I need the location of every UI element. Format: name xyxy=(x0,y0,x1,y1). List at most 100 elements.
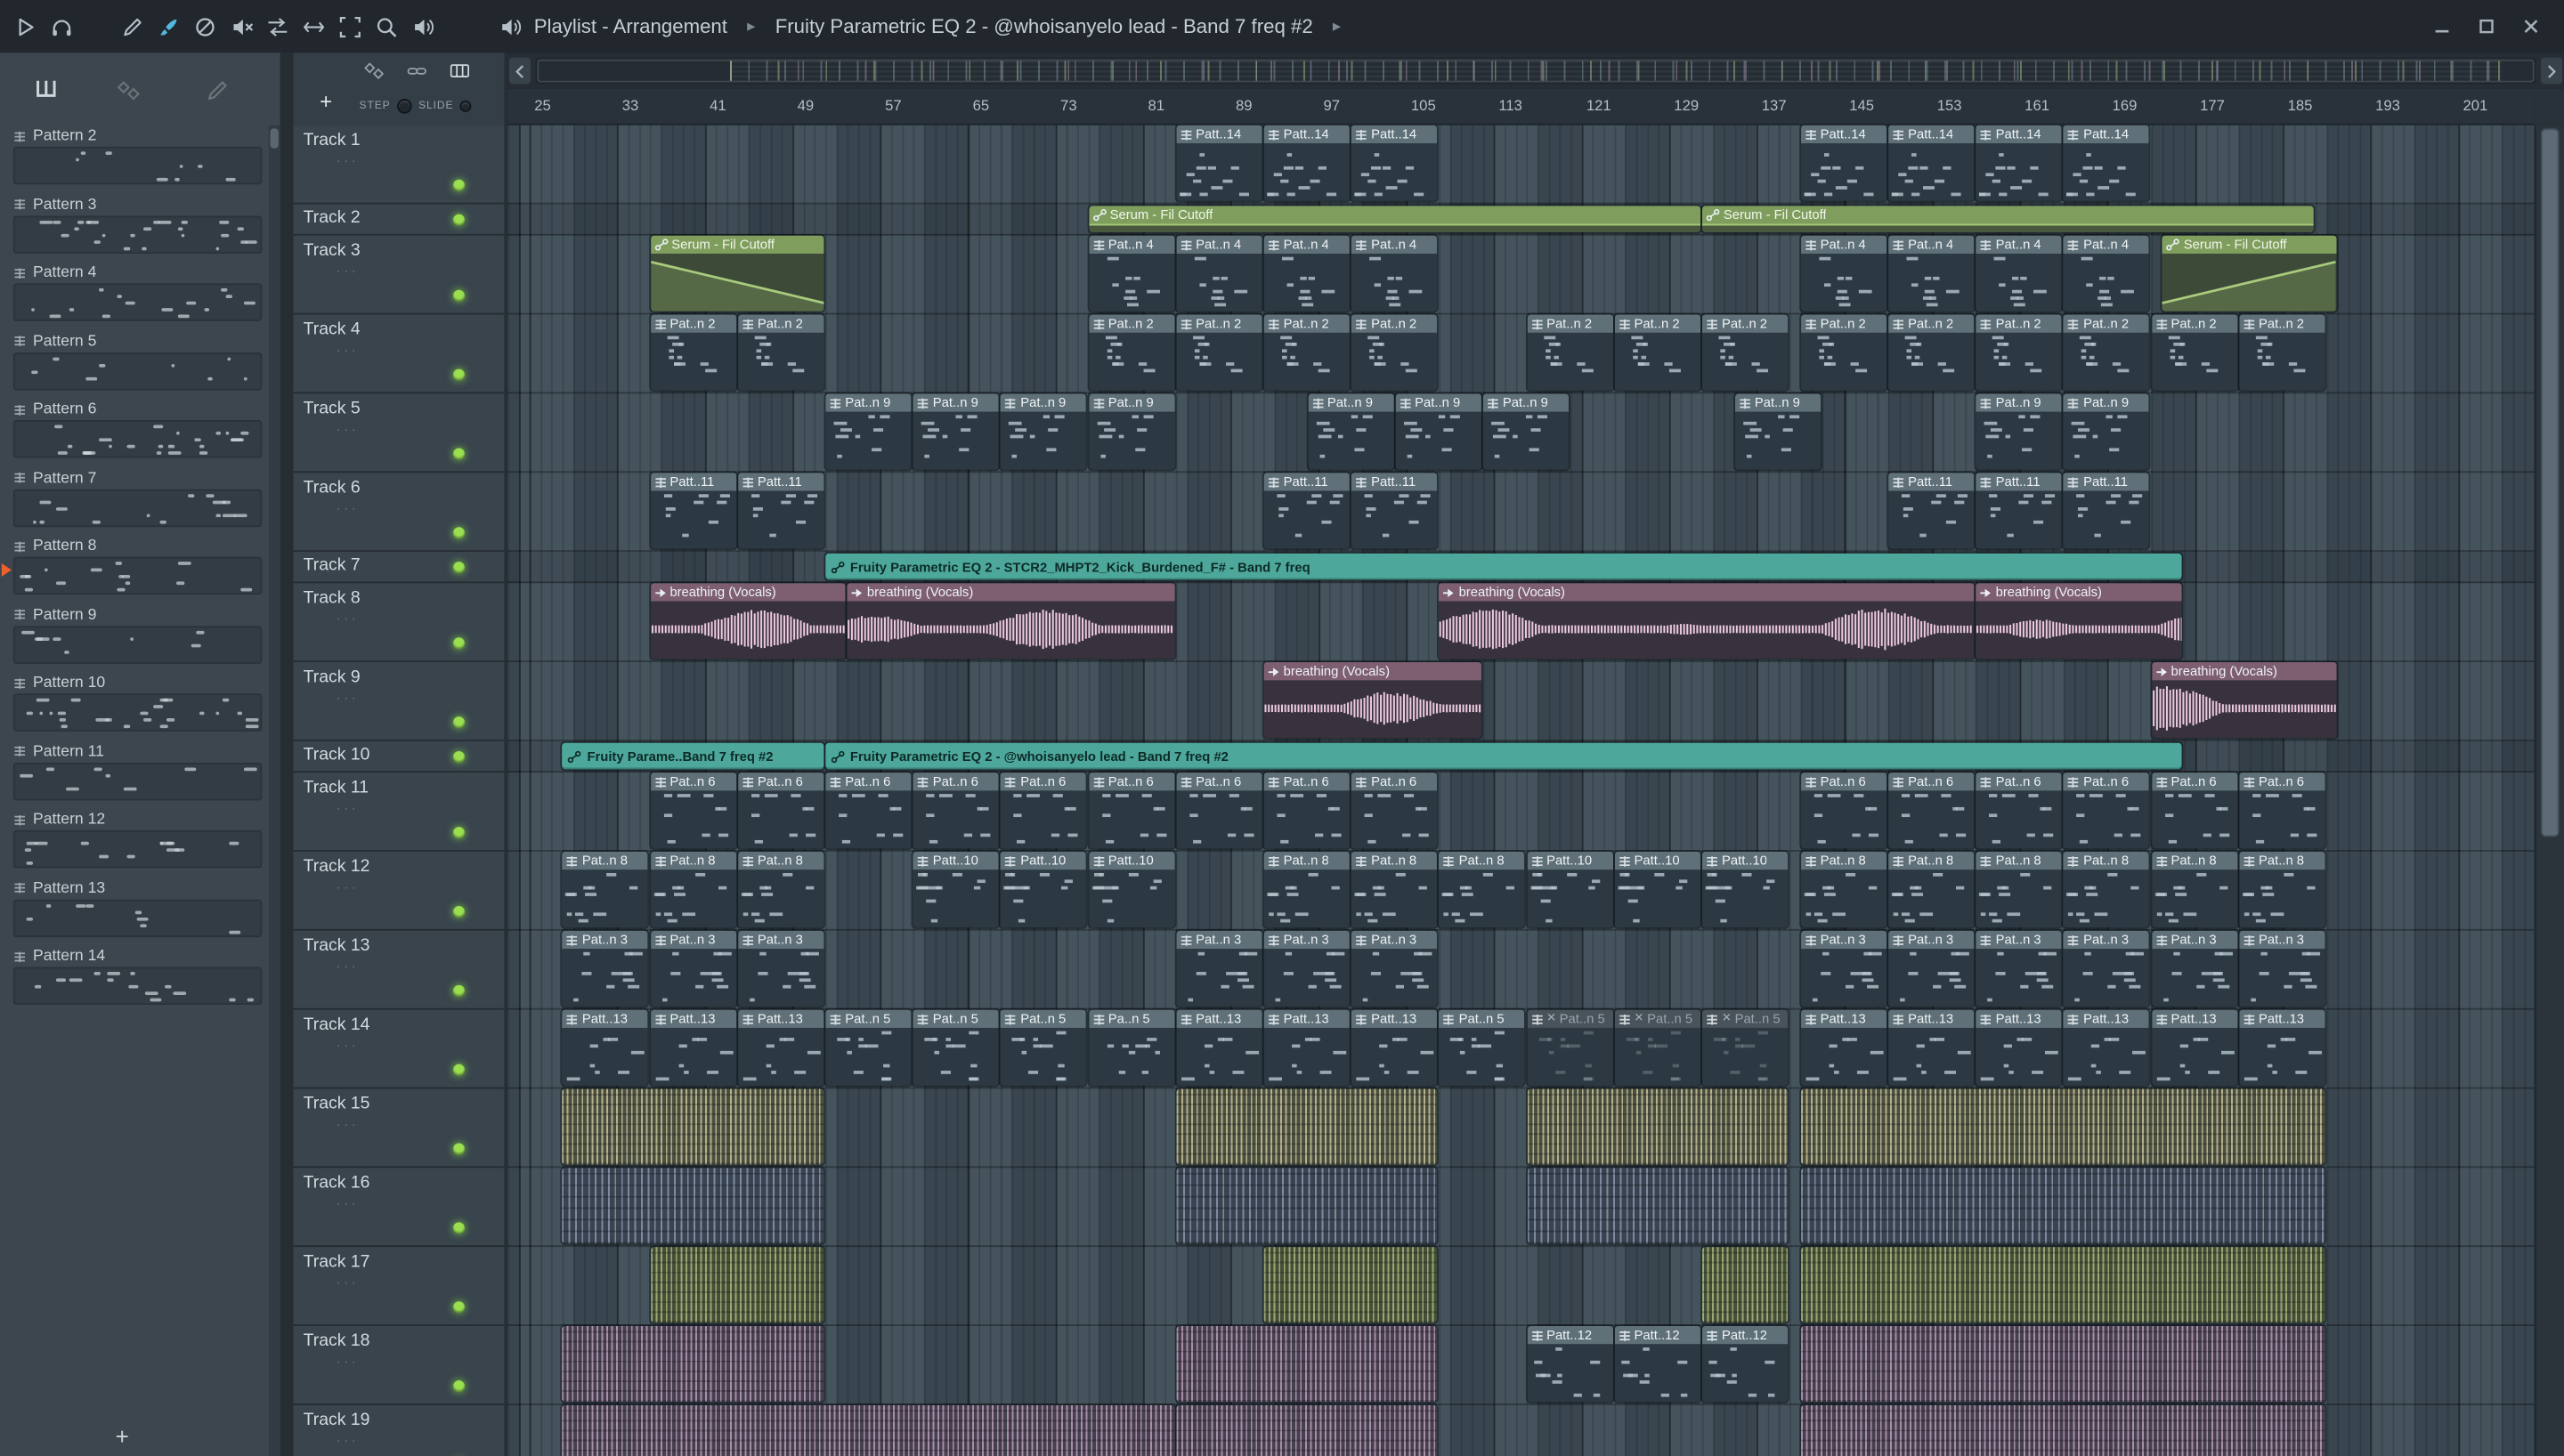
pattern-clip[interactable]: Patt..13 xyxy=(1976,1009,2062,1086)
pattern-clip[interactable]: Pat..n 5 xyxy=(1001,1009,1087,1086)
pattern-clip[interactable]: Pat..n 6 xyxy=(650,772,736,849)
pattern-clip[interactable]: Patt..14 xyxy=(1175,125,1262,201)
pattern-clip[interactable]: Pat..n 2 xyxy=(1887,314,1975,391)
audio-clip[interactable] xyxy=(562,1088,824,1165)
track-led[interactable] xyxy=(452,1301,465,1314)
track-led[interactable] xyxy=(452,716,465,729)
pattern-clip[interactable]: Pat..n 6 xyxy=(1976,772,2062,849)
pattern-clip[interactable]: Patt..13 xyxy=(1887,1009,1975,1086)
pattern-clip[interactable]: Patt..13 xyxy=(737,1009,824,1086)
track-lane[interactable]: Patt..14 Patt..14 Patt..14 Patt..14 Patt..14… xyxy=(507,125,2535,205)
pattern-clip[interactable]: Patt..13 xyxy=(1175,1009,1262,1086)
track-lane[interactable]: breathing (Vocals) breathing (Vocals) brea… xyxy=(507,583,2535,663)
pattern-clip[interactable]: Pat..n 6 xyxy=(913,772,1000,849)
audio-clip[interactable] xyxy=(1526,1168,1789,1244)
track-lane[interactable]: Pat..n 9 Pat..n 9 Pat..n 9 Pat..n 9 Pat..n 9… xyxy=(507,393,2535,473)
audio-clip[interactable]: breathing (Vocals) xyxy=(1976,583,2183,659)
pattern-clip[interactable]: Patt..12 xyxy=(1614,1325,1700,1403)
pattern-thumbnail[interactable] xyxy=(12,146,263,185)
pattern-clip[interactable]: Pat..n 3 xyxy=(1351,930,1438,1007)
draw-tool-icon[interactable] xyxy=(120,14,145,39)
track-led[interactable] xyxy=(452,984,465,997)
pattern-item[interactable]: Pattern 14 xyxy=(12,945,269,1014)
paint-tool-icon[interactable] xyxy=(157,14,182,39)
pattern-clip[interactable]: Pat..n 2 xyxy=(1351,314,1438,391)
pattern-clip[interactable]: Patt..11 xyxy=(650,473,736,549)
track-header[interactable]: Track 17 ··· xyxy=(293,1247,505,1326)
pattern-clip[interactable]: Pat..n 8 xyxy=(562,851,649,928)
pattern-clip[interactable]: Pat..n 4 xyxy=(1175,235,1262,311)
pattern-clip[interactable]: Patt..12 xyxy=(1526,1325,1613,1403)
piano-icon[interactable] xyxy=(448,60,471,83)
pattern-clip[interactable]: Pat..n 4 xyxy=(1088,235,1175,311)
pattern-item[interactable]: Pattern 8 xyxy=(1,536,269,604)
pattern-clip[interactable]: Pat..n 6 xyxy=(2151,772,2237,849)
pattern-clip[interactable]: Pat..n 3 xyxy=(1800,930,1887,1007)
automation-clip[interactable]: Serum - Fil Cutoff xyxy=(650,235,824,311)
pattern-thumbnail[interactable] xyxy=(12,352,263,390)
track-lane[interactable] xyxy=(507,1168,2535,1248)
audio-clip[interactable] xyxy=(1800,1325,2325,1403)
track-header[interactable]: Track 4 ··· xyxy=(293,315,505,394)
minimize-button[interactable] xyxy=(2422,8,2462,44)
track-led[interactable] xyxy=(452,905,465,918)
track-lane[interactable]: Patt..13 Patt..13 Patt..13 Pat..n 5 Pat..n 5… xyxy=(507,1009,2535,1089)
pattern-thumbnail[interactable] xyxy=(12,214,263,254)
pattern-clip[interactable]: Pat..n 8 xyxy=(1351,851,1438,928)
pattern-clip[interactable]: Pat..n 6 xyxy=(1351,772,1438,849)
headphones-icon[interactable] xyxy=(50,14,75,39)
step-toggle[interactable] xyxy=(397,99,412,114)
pattern-clip[interactable]: Pat..n 6 xyxy=(1175,772,1262,849)
pattern-item[interactable]: Pattern 3 xyxy=(12,193,269,262)
pattern-clip[interactable]: Patt..14 xyxy=(1800,125,1887,201)
audio-clip[interactable]: breathing (Vocals) xyxy=(2151,662,2336,739)
track-header[interactable]: Track 10 xyxy=(293,741,505,773)
audio-clip[interactable] xyxy=(1175,1168,1438,1244)
automation-clip[interactable]: Serum - Fil Cutoff xyxy=(2162,235,2336,311)
audio-clip[interactable] xyxy=(1701,1247,1789,1323)
track-header[interactable]: Track 19 ··· xyxy=(293,1405,504,1456)
track-header[interactable]: Track 8 ··· xyxy=(293,583,505,663)
pattern-clip[interactable]: Patt..13 xyxy=(2063,1009,2150,1086)
pattern-thumbnail[interactable] xyxy=(12,556,263,595)
pattern-thumbnail[interactable] xyxy=(12,625,263,663)
track-lane[interactable]: breathing (Vocals) breathing (Vocals) xyxy=(507,662,2535,741)
pattern-clip[interactable]: Pat..n 9 xyxy=(825,393,912,470)
pattern-clip[interactable]: Pat..n 3 xyxy=(650,930,736,1007)
scrollbar-thumb[interactable] xyxy=(2541,128,2560,837)
audio-clip[interactable] xyxy=(1800,1247,2325,1323)
audio-clip[interactable]: breathing (Vocals) xyxy=(1263,662,1481,739)
select-tool-icon[interactable] xyxy=(302,14,327,39)
pattern-clip[interactable]: Pat..n 6 xyxy=(2238,772,2325,849)
pattern-clip[interactable]: Patt..10 xyxy=(1614,851,1700,928)
pattern-clip[interactable]: Pat..n 9 xyxy=(1088,393,1175,470)
track-header[interactable]: Track 14 ··· xyxy=(293,1010,505,1089)
audio-clip[interactable] xyxy=(562,1168,824,1244)
track-led[interactable] xyxy=(452,179,465,191)
pattern-clip[interactable]: Pat..n 2 xyxy=(1526,314,1613,391)
track-lane[interactable]: Fruity Parame..Band 7 freq #2 Fruity Para… xyxy=(507,740,2535,773)
audio-clip[interactable] xyxy=(1800,1168,2325,1244)
pattern-clip[interactable]: Pat..n 6 xyxy=(737,772,824,849)
pattern-item[interactable]: Pattern 6 xyxy=(12,399,269,467)
pattern-clip[interactable]: Pat..n 2 xyxy=(1976,314,2062,391)
track-header[interactable]: Track 15 ··· xyxy=(293,1088,505,1169)
automation-clip[interactable]: Fruity Parame..Band 7 freq #2 xyxy=(562,742,824,770)
pattern-clip[interactable]: Patt..11 xyxy=(1976,473,2062,549)
pattern-clip[interactable]: Patt..13 xyxy=(1800,1009,1887,1086)
pattern-clip[interactable]: Patt..10 xyxy=(1701,851,1789,928)
link-icon[interactable] xyxy=(405,60,428,83)
pattern-item[interactable]: Pattern 2 xyxy=(12,125,269,194)
track-header[interactable]: Track 6 ··· xyxy=(293,473,505,553)
pattern-thumbnail[interactable] xyxy=(12,762,263,800)
track-lane[interactable] xyxy=(507,1088,2535,1169)
pattern-clip[interactable]: Patt..10 xyxy=(1526,851,1613,928)
pattern-item[interactable]: Pattern 12 xyxy=(12,809,269,878)
track-led[interactable] xyxy=(452,1380,465,1393)
pattern-clip[interactable]: Pat..n 6 xyxy=(1887,772,1975,849)
pattern-clip[interactable]: Pat..n 8 xyxy=(1887,851,1975,928)
playlist-minimap[interactable] xyxy=(535,57,2536,85)
pattern-clip[interactable]: Patt..11 xyxy=(737,473,824,549)
pattern-clip[interactable]: Pat..n 5 xyxy=(1439,1009,1525,1086)
track-led[interactable] xyxy=(452,827,465,839)
